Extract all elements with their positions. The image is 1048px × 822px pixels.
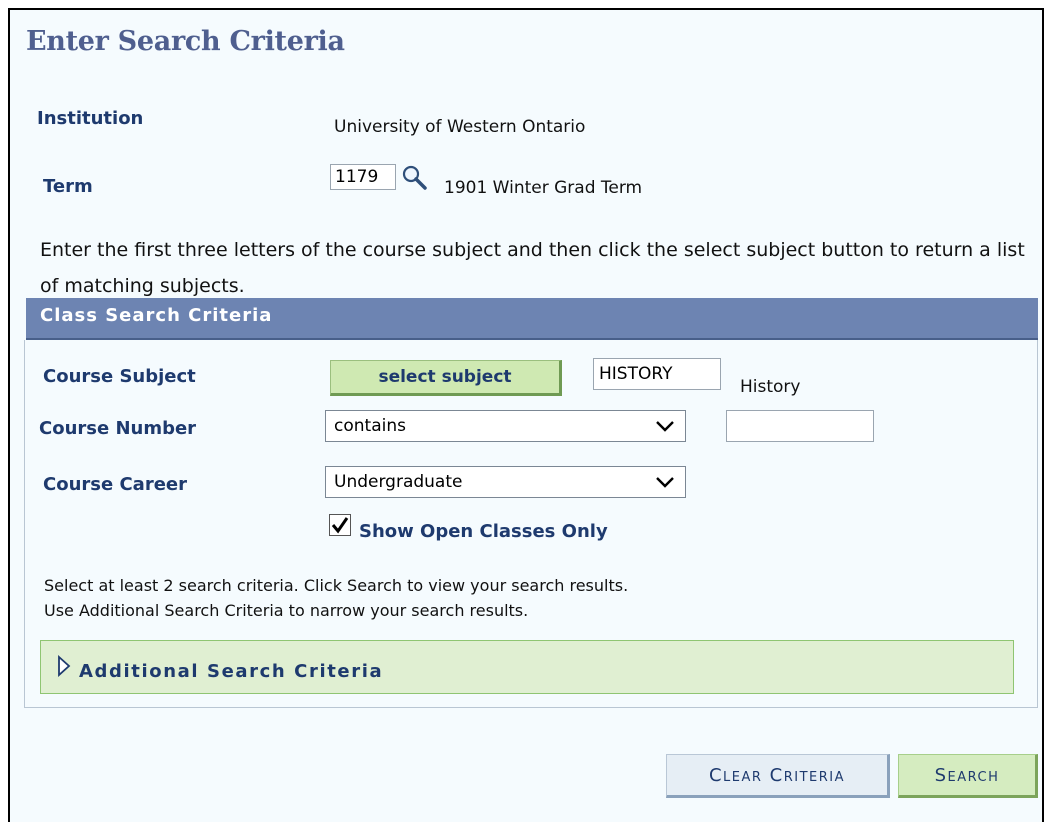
course-number-label: Course Number [39, 418, 197, 439]
course-subject-description: History [740, 377, 801, 397]
course-number-operator-value: contains [334, 416, 406, 436]
class-search-panel-header: Class Search Criteria [26, 298, 1038, 340]
search-label: Search [934, 764, 1000, 786]
search-help-line: Use Additional Search Criteria to narrow… [44, 601, 529, 620]
triangle-right-icon [58, 655, 71, 677]
term-lookup-button[interactable] [401, 164, 429, 192]
course-career-value: Undergraduate [334, 472, 463, 492]
page-title: Enter Search Criteria [26, 26, 345, 57]
open-classes-checkbox[interactable] [329, 514, 351, 536]
term-label: Term [43, 176, 93, 197]
chevron-down-icon [656, 421, 674, 432]
clear-criteria-button[interactable]: Clear Criteria [666, 754, 890, 798]
search-help-line: Select at least 2 search criteria. Click… [44, 576, 629, 595]
course-number-operator-select[interactable]: contains [325, 410, 686, 442]
additional-search-criteria-label: Additional Search Criteria [79, 661, 384, 682]
search-button[interactable]: Search [898, 754, 1038, 798]
course-career-label: Course Career [43, 474, 187, 495]
clear-criteria-label: Clear Criteria [708, 764, 846, 786]
search-help-note: Select at least 2 search criteria. Click… [44, 573, 628, 623]
open-classes-label[interactable]: Show Open Classes Only [359, 521, 608, 542]
additional-search-criteria-toggle[interactable]: Additional Search Criteria [40, 640, 1014, 694]
institution-label: Institution [37, 108, 144, 129]
course-subject-input[interactable] [593, 358, 721, 390]
chevron-down-icon [656, 477, 674, 488]
term-input[interactable] [330, 164, 396, 190]
course-career-select[interactable]: Undergraduate [325, 466, 686, 498]
term-description: 1901 Winter Grad Term [444, 178, 643, 198]
course-subject-label: Course Subject [43, 366, 196, 387]
checkmark-icon [331, 517, 349, 534]
course-number-input[interactable] [726, 410, 874, 442]
instructions-text: Enter the first three letters of the cou… [40, 239, 1025, 297]
magnifier-icon [402, 165, 427, 190]
select-subject-button[interactable]: select subject [330, 360, 562, 396]
institution-value: University of Western Ontario [334, 117, 586, 137]
